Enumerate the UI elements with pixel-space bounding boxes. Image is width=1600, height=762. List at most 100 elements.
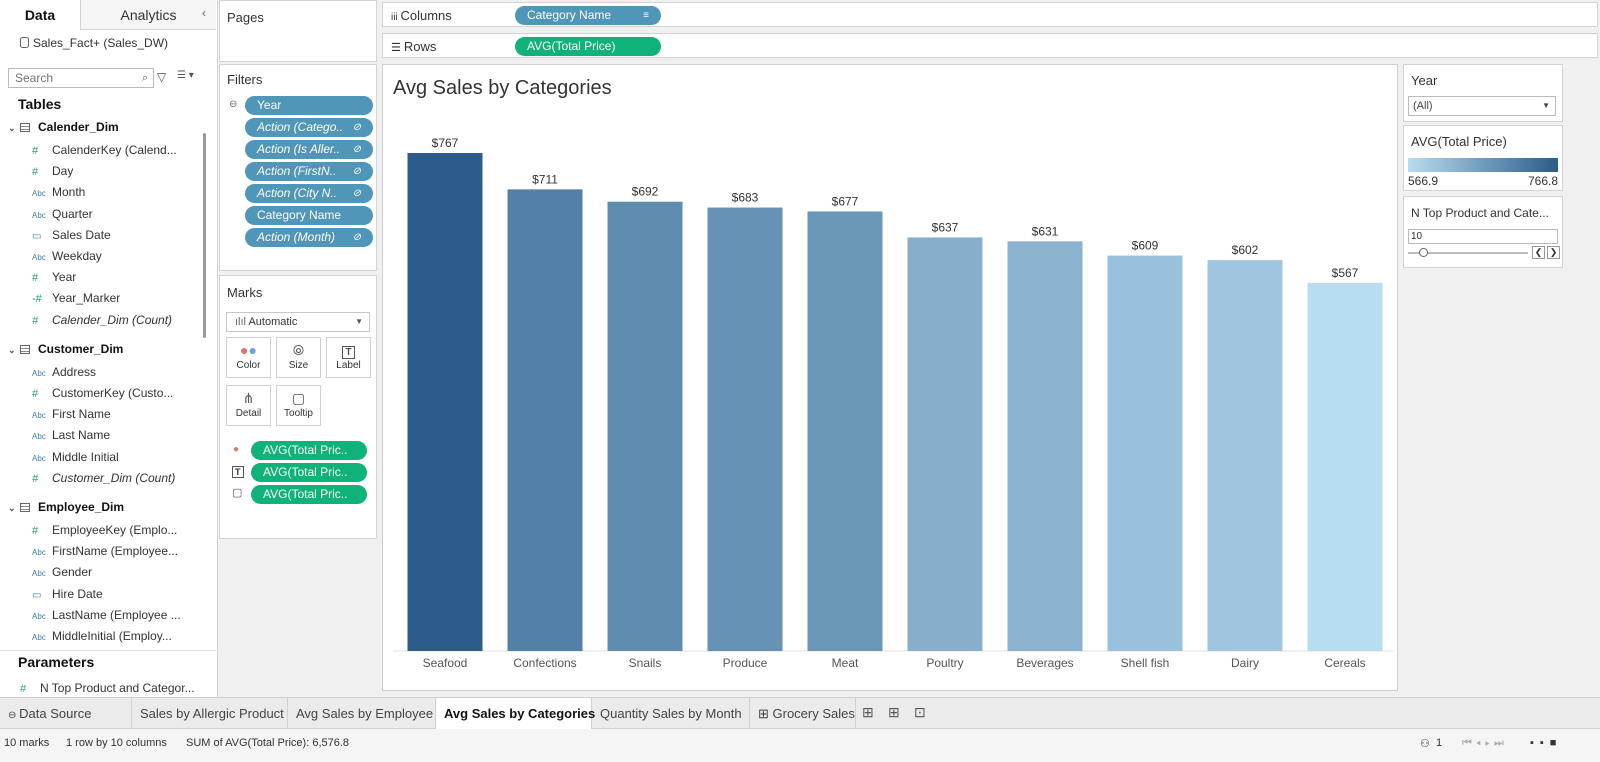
bar[interactable] — [507, 189, 583, 651]
new-worksheet-icon[interactable]: ⊞ — [862, 704, 874, 721]
mark-type-select[interactable]: ılıl Automatic ▼ — [226, 312, 370, 332]
field-item[interactable]: ▭ Hire Date — [32, 584, 103, 605]
chart-view: Avg Sales by Categories $767 Seafood $711 C… — [382, 64, 1398, 691]
parameter-item[interactable]: # N Top Product and Categor... — [20, 678, 214, 699]
tab-label: Grocery Sales — [772, 706, 855, 721]
parameter-slider-handle[interactable] — [1419, 248, 1428, 257]
x-tick-label: Produce — [723, 656, 768, 670]
field-item[interactable]: -# Year_Marker — [32, 288, 120, 309]
tooltip-icon: ▢ — [291, 390, 306, 406]
filter-pill[interactable]: ⊘ Action (FirstN.. — [245, 162, 373, 181]
tab-quantity-sales-by-month[interactable]: Quantity Sales by Month — [592, 698, 750, 729]
bar[interactable] — [407, 153, 483, 651]
field-item[interactable]: Abc LastName (Employee ... — [32, 605, 181, 626]
link-icon: ⊘ — [352, 144, 361, 155]
scrollbar[interactable] — [203, 133, 206, 338]
field-item[interactable]: ▭ Sales Date — [32, 225, 111, 246]
table-group[interactable]: ⌄ Employee_Dim — [8, 497, 124, 518]
pages-shelf[interactable]: Pages — [219, 0, 377, 62]
bar[interactable] — [907, 237, 983, 651]
bar[interactable] — [1207, 260, 1283, 651]
marks-label-pill[interactable]: AVG(Total Pric.. — [251, 463, 367, 482]
field-item[interactable]: # CalenderKey (Calend... — [32, 140, 177, 161]
divider — [0, 650, 218, 651]
bar[interactable] — [707, 207, 783, 651]
x-tick-label: Dairy — [1231, 656, 1259, 670]
data-label: $602 — [1232, 243, 1259, 257]
search-field[interactable]: ⌕ — [8, 68, 154, 88]
rows-shelf[interactable]: ☰ Rows AVG(Total Price) — [382, 33, 1598, 58]
decrement-icon[interactable]: ❮ — [1532, 246, 1545, 259]
field-item[interactable]: Abc Address — [32, 362, 96, 383]
detail-button-label: Detail — [235, 408, 262, 419]
year-filter-select[interactable]: (All) ▼ — [1408, 96, 1556, 116]
field-item[interactable]: Abc Weekday — [32, 246, 102, 267]
parameter-control-title: N Top Product and Cate... — [1411, 206, 1549, 220]
count-field-item[interactable]: # Calender_Dim (Count) — [32, 310, 172, 331]
data-label: $767 — [432, 136, 459, 150]
view-options-icon[interactable]: ☰ ▾ — [177, 70, 194, 81]
filter-pill[interactable]: Category Name — [245, 206, 373, 225]
filter-pill[interactable]: ⊘ Action (City N.. — [245, 184, 373, 203]
field-item[interactable]: # Year — [32, 267, 76, 288]
datasource-item[interactable]: Sales_Fact+ (Sales_DW) — [20, 36, 168, 50]
label-small-icon: T — [232, 466, 244, 478]
field-item[interactable]: Abc Middle Initial — [32, 447, 119, 468]
bar[interactable] — [607, 201, 683, 651]
view-toggle-icon[interactable]: ▪▪■ — [1530, 737, 1562, 749]
sheet-navigation-icon[interactable]: ⏮◂▸⏭ — [1462, 737, 1508, 750]
collapse-pane-icon[interactable]: ‹ — [202, 6, 206, 20]
field-item[interactable]: Abc Month — [32, 182, 85, 203]
new-story-icon[interactable]: ⊡ — [914, 704, 926, 721]
bar[interactable] — [1307, 282, 1383, 651]
chevron-down-icon: ⌄ — [8, 123, 16, 133]
filter-pill[interactable]: ⊘ Action (Month) — [245, 228, 373, 247]
increment-icon[interactable]: ❯ — [1547, 246, 1560, 259]
tab-avg-sales-by-employee[interactable]: Avg Sales by Employee — [288, 698, 436, 729]
tab-avg-sales-by-categories[interactable]: Avg Sales by Categories — [436, 698, 595, 729]
bar[interactable] — [1007, 241, 1083, 651]
filter-icon[interactable]: ▽ — [157, 70, 166, 84]
new-dashboard-icon[interactable]: ⊞ — [888, 704, 900, 721]
size-button[interactable]: ⦾ Size — [276, 337, 321, 378]
filter-pill[interactable]: ⊘ Action (Catego.. — [245, 118, 373, 137]
columns-shelf[interactable]: iii Columns Category Name ≡ — [382, 2, 1598, 27]
size-button-label: Size — [288, 360, 309, 371]
columns-pill[interactable]: Category Name ≡ — [515, 6, 661, 25]
color-button[interactable]: ●● Color — [226, 337, 271, 378]
field-item[interactable]: # Day — [32, 161, 73, 182]
filters-shelf[interactable]: Filters ⊖ Year ⊘ Action (Catego.. ⊘ Action (… — [219, 64, 377, 271]
user-icon: ⚇ — [1420, 738, 1430, 750]
search-input[interactable] — [9, 69, 129, 87]
tab-data-source[interactable]: ⊖ Data Source — [0, 698, 132, 729]
field-item[interactable]: Abc Last Name — [32, 425, 110, 446]
marks-tooltip-pill[interactable]: AVG(Total Pric.. — [251, 485, 367, 504]
x-tick-label: Meat — [832, 656, 859, 670]
detail-button[interactable]: ⋔ Detail — [226, 385, 271, 426]
field-item[interactable]: Abc Gender — [32, 562, 92, 583]
tab-sales-by-allergic-product[interactable]: Sales by Allergic Product — [132, 698, 288, 729]
filter-pill[interactable]: ⊘ Action (Is Aller.. — [245, 140, 373, 159]
bar[interactable] — [807, 211, 883, 651]
table-group[interactable]: ⌄ Customer_Dim — [8, 339, 123, 360]
tab-data[interactable]: Data — [0, 0, 80, 30]
parameter-value-input[interactable]: 10 — [1408, 229, 1558, 244]
tab-analytics[interactable]: Analytics — [80, 0, 216, 30]
field-item[interactable]: # EmployeeKey (Emplo... — [32, 520, 177, 541]
field-item[interactable]: Abc First Name — [32, 404, 111, 425]
field-item[interactable]: Abc MiddleInitial (Employ... — [32, 626, 172, 647]
marks-color-pill[interactable]: AVG(Total Pric.. — [251, 441, 367, 460]
label-button[interactable]: T Label — [326, 337, 371, 378]
rows-pill[interactable]: AVG(Total Price) — [515, 37, 661, 56]
field-item[interactable]: Abc FirstName (Employee... — [32, 541, 178, 562]
count-field-item[interactable]: # Customer_Dim (Count) — [32, 468, 175, 489]
tooltip-button[interactable]: ▢ Tooltip — [276, 385, 321, 426]
tab-grocery-sales[interactable]: ⊞ Grocery Sales — [750, 698, 856, 729]
bar[interactable] — [1107, 255, 1183, 651]
tree-item-label: Address — [52, 364, 97, 379]
field-item[interactable]: Abc Quarter — [32, 204, 93, 225]
filter-pill[interactable]: Year — [245, 96, 373, 115]
field-item[interactable]: # CustomerKey (Custo... — [32, 383, 173, 404]
tree-item-label: Month — [52, 185, 86, 200]
table-group[interactable]: ⌄ Calender_Dim — [8, 117, 119, 138]
